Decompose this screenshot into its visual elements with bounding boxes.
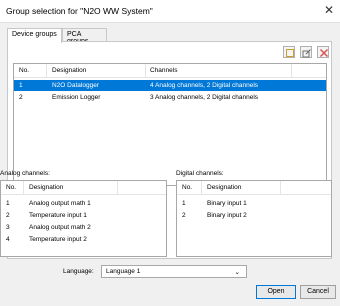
list-item[interactable]: 1 Binary input 1: [177, 198, 331, 209]
row-no: 2: [182, 212, 186, 219]
chevron-down-icon: ⌄: [234, 269, 240, 276]
row-designation: Binary input 2: [207, 212, 247, 219]
col-header-no: No.: [6, 184, 17, 191]
list-item[interactable]: 4 Temperature input 2: [1, 234, 166, 245]
dialog-body: Device groups PCA groups No. Designation…: [0, 22, 340, 306]
cancel-button[interactable]: Cancel: [300, 285, 336, 299]
row-no: 2: [6, 212, 10, 219]
row-channels: 4 Analog channels, 2 Digital channels: [150, 82, 259, 89]
digital-channels-table: No. Designation 1 Binary input 1 2 Binar…: [176, 180, 332, 257]
row-no: 1: [19, 82, 23, 89]
list-item[interactable]: 2 Temperature input 1: [1, 210, 166, 221]
analog-channels-label: Analog channels:: [0, 170, 50, 177]
table-header: No. Designation: [177, 181, 331, 195]
tab-device-groups[interactable]: Device groups: [7, 28, 62, 43]
col-header-designation: Designation: [207, 184, 242, 191]
table-header: No. Designation Channels: [14, 64, 326, 78]
list-item[interactable]: 1 Analog output math 1: [1, 198, 166, 209]
col-header-channels: Channels: [150, 67, 178, 74]
row-designation: Binary input 1: [207, 200, 247, 207]
table-row[interactable]: 2 Emission Logger 3 Analog channels, 2 D…: [14, 92, 326, 103]
list-item[interactable]: 2 Binary input 2: [177, 210, 331, 221]
table-header: No. Designation: [1, 181, 166, 195]
row-designation: Analog output math 1: [29, 200, 91, 207]
row-no: 1: [6, 200, 10, 207]
new-icon[interactable]: [283, 46, 295, 58]
row-designation: N2O Datalogger: [52, 82, 99, 89]
table-row[interactable]: 1 N2O Datalogger 4 Analog channels, 2 Di…: [14, 80, 326, 91]
row-designation: Temperature input 1: [29, 212, 87, 219]
window-title: Group selection for "N2O WW System": [6, 6, 153, 16]
delete-icon[interactable]: [317, 46, 329, 58]
col-header-designation: Designation: [29, 184, 64, 191]
language-select[interactable]: Language 1 ⌄: [101, 265, 247, 278]
edit-icon[interactable]: [300, 46, 312, 58]
language-value: Language 1: [106, 268, 141, 275]
col-header-designation: Designation: [52, 67, 87, 74]
list-item[interactable]: 3 Analog output math 2: [1, 222, 166, 233]
row-no: 3: [6, 224, 10, 231]
tab-pca-groups[interactable]: PCA groups: [62, 28, 107, 45]
col-header-no: No.: [182, 184, 193, 191]
row-designation: Analog output math 2: [29, 224, 91, 231]
close-icon[interactable]: ✕: [324, 4, 334, 16]
row-no: 1: [182, 200, 186, 207]
device-groups-table: No. Designation Channels 1 N2O Datalogge…: [13, 63, 327, 186]
row-no: 2: [19, 94, 23, 101]
col-header-no: No.: [19, 67, 30, 74]
row-channels: 3 Analog channels, 2 Digital channels: [150, 94, 259, 101]
title-bar: Group selection for "N2O WW System" ✕: [0, 0, 340, 22]
row-designation: Emission Logger: [52, 94, 101, 101]
row-designation: Temperature input 2: [29, 236, 87, 243]
row-no: 4: [6, 236, 10, 243]
open-button[interactable]: Open: [256, 285, 296, 299]
digital-channels-label: Digital channels:: [176, 170, 224, 177]
analog-channels-table: No. Designation 1 Analog output math 1 2…: [0, 180, 167, 257]
language-label: Language:: [63, 268, 94, 275]
